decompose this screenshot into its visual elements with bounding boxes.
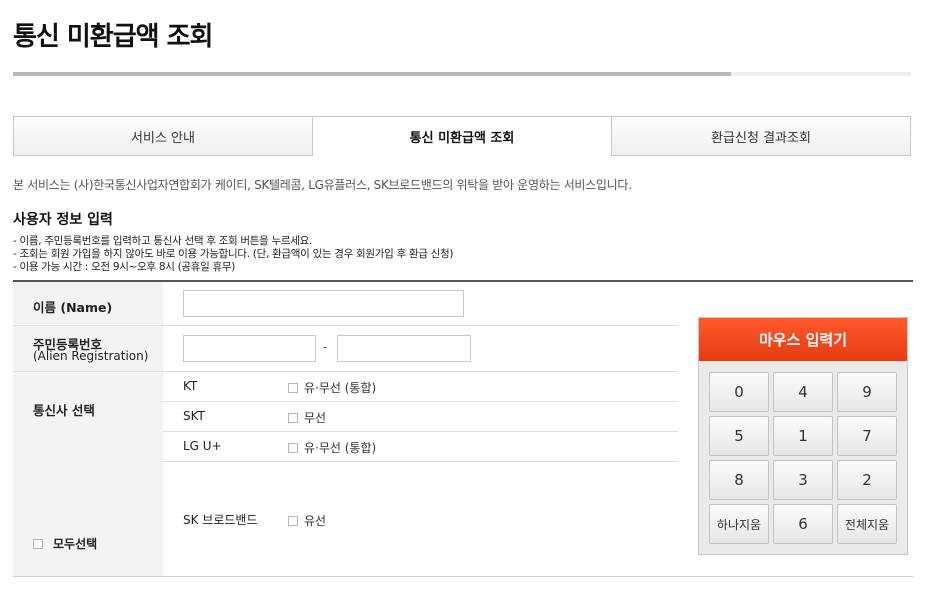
- progress-bar-fill: [13, 72, 732, 76]
- page-title: 통신 미환급액 조회: [13, 22, 213, 52]
- row-divider: [163, 401, 678, 402]
- key-1[interactable]: 1: [773, 416, 833, 456]
- row-divider: [163, 431, 678, 432]
- row-divider: [163, 461, 678, 462]
- checkbox[interactable]: [288, 412, 298, 423]
- checkbox[interactable]: [288, 515, 298, 526]
- carrier-check-skb[interactable]: 유선: [288, 512, 326, 529]
- intro-text: 본 서비스는 (사)한국통신사업자연합회가 케이티, SK텔레콤, LG유플러스…: [13, 178, 632, 192]
- name-label: 이름 (Name): [33, 300, 113, 315]
- rrn-sub-label: (Alien Registration): [33, 349, 149, 363]
- key-8[interactable]: 8: [709, 460, 769, 500]
- carrier-check-skt[interactable]: 무선: [288, 409, 326, 426]
- key-6[interactable]: 6: [773, 504, 833, 544]
- keypad-keys: 0 4 9 5 1 7 8 3 2 하나지움 6 전체지움: [709, 372, 897, 544]
- section-title: 사용자 정보 입력: [13, 212, 113, 228]
- tab-refund-result[interactable]: 환급신청 결과조회: [612, 116, 911, 156]
- carrier-name-kt: KT: [183, 379, 198, 393]
- checkbox[interactable]: [33, 538, 43, 549]
- carrier-name-lgu: LG U+: [183, 439, 222, 453]
- backspace-key[interactable]: 하나지움: [709, 504, 769, 544]
- carrier-name-skb: SK 브로드밴드: [183, 513, 258, 527]
- carrier-option-label: 유선: [304, 514, 327, 528]
- progress-bar: [13, 72, 911, 76]
- keypad-title: 마우스 입력기: [699, 318, 907, 361]
- note-line: - 조회는 회원 가입을 하지 않아도 바로 이용 가능합니다. (단, 환급액…: [13, 248, 454, 260]
- checkbox[interactable]: [288, 382, 298, 393]
- select-all-label: 모두선택: [53, 537, 98, 551]
- rrn-front-input[interactable]: [183, 335, 316, 362]
- row-divider: [13, 325, 678, 326]
- checkbox[interactable]: [288, 442, 298, 453]
- key-5[interactable]: 5: [709, 416, 769, 456]
- carrier-option-label: 유·무선 (통합): [304, 381, 377, 395]
- key-9[interactable]: 9: [837, 372, 897, 412]
- carrier-check-lgu[interactable]: 유·무선 (통합): [288, 439, 376, 456]
- carrier-check-kt[interactable]: 유·무선 (통합): [288, 379, 376, 396]
- rrn-back-input[interactable]: [337, 335, 471, 362]
- key-0[interactable]: 0: [709, 372, 769, 412]
- carrier-name-skt: SKT: [183, 409, 205, 423]
- key-3[interactable]: 3: [773, 460, 833, 500]
- note-line: - 이용 가능 시간 : 오전 9시~오후 8시 (공휴일 휴무): [13, 261, 236, 273]
- instruction-notes: - 이름, 주민등록번호를 입력하고 통신사 선택 후 조회 버튼을 누르세요.…: [13, 235, 453, 274]
- carrier-option-label: 무선: [304, 411, 327, 425]
- tab-bar: 서비스 안내 통신 미환급액 조회 환급신청 결과조회: [13, 116, 911, 156]
- tab-refund-inquiry[interactable]: 통신 미환급액 조회: [313, 116, 612, 156]
- note-line: - 이름, 주민등록번호를 입력하고 통신사 선택 후 조회 버튼을 누르세요.: [13, 235, 312, 247]
- mouse-keypad: 마우스 입력기 0 4 9 5 1 7 8 3 2 하나지움 6 전체지움: [698, 317, 908, 555]
- carrier-label: 통신사 선택: [33, 403, 95, 418]
- form-label-column: [13, 282, 163, 576]
- carrier-option-label: 유·무선 (통합): [304, 441, 377, 455]
- clear-all-key[interactable]: 전체지움: [837, 504, 897, 544]
- form-bottom-border: [13, 576, 913, 577]
- tab-service-guide[interactable]: 서비스 안내: [13, 116, 313, 156]
- key-2[interactable]: 2: [837, 460, 897, 500]
- name-input[interactable]: [183, 290, 464, 317]
- select-all-check[interactable]: 모두선택: [33, 535, 97, 552]
- key-7[interactable]: 7: [837, 416, 897, 456]
- key-4[interactable]: 4: [773, 372, 833, 412]
- row-divider: [13, 371, 678, 372]
- rrn-separator: -: [323, 340, 328, 354]
